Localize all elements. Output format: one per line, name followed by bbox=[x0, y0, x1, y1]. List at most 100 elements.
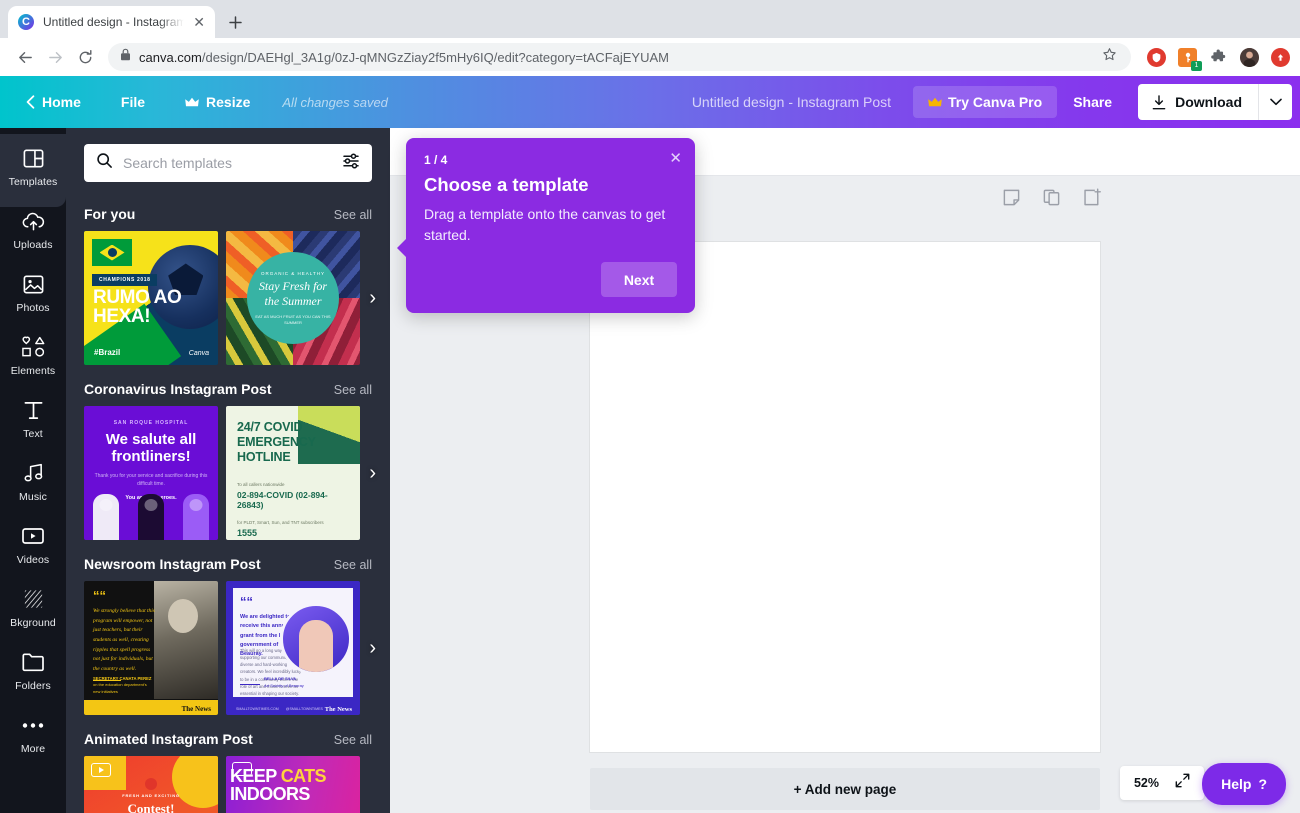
thumb-row: SAN ROQUE HOSPITAL We salute allfrontlin… bbox=[84, 406, 390, 540]
template-newsroom-quote-purple[interactable]: ““ We are delighted to receive this annu… bbox=[226, 581, 360, 715]
sidebar-item-more[interactable]: More bbox=[0, 701, 66, 764]
elements-shapes-icon bbox=[21, 335, 46, 359]
template-covid-hotline[interactable]: 24/7 COVIDEMERGENCYHOTLINE To all caller… bbox=[226, 406, 360, 540]
animated-play-icon bbox=[91, 763, 111, 777]
see-all-for-you[interactable]: See all bbox=[334, 208, 372, 222]
text-icon bbox=[23, 398, 44, 422]
brazil-flag-icon bbox=[92, 239, 132, 266]
see-all-animated[interactable]: See all bbox=[334, 733, 372, 747]
page-notes-icon[interactable] bbox=[1000, 186, 1022, 208]
adblock-extension-icon[interactable] bbox=[1147, 48, 1166, 67]
file-menu-button[interactable]: File bbox=[109, 87, 157, 117]
template-newsroom-quote-yellow[interactable]: ““ We strongly believe that this program… bbox=[84, 581, 218, 715]
forward-arrow-icon bbox=[47, 49, 64, 66]
filter-sliders-icon[interactable] bbox=[342, 152, 360, 174]
sidebar-item-videos[interactable]: Videos bbox=[0, 512, 66, 575]
template-headline: Contest! bbox=[84, 801, 218, 813]
crown-icon bbox=[928, 97, 942, 108]
add-new-page-button[interactable]: + Add new page bbox=[590, 768, 1100, 810]
upload-cloud-icon bbox=[21, 209, 46, 233]
expand-fit-icon[interactable] bbox=[1175, 773, 1190, 793]
see-all-coronavirus[interactable]: See all bbox=[334, 383, 372, 397]
section-title: Coronavirus Instagram Post bbox=[84, 381, 272, 397]
duplicate-page-icon[interactable] bbox=[1040, 186, 1062, 208]
circle-subtitle: ORGANIC & HEALTHY bbox=[261, 271, 325, 276]
coach-next-label: Next bbox=[624, 272, 654, 288]
canva-watermark: Canva bbox=[189, 350, 209, 357]
see-all-newsroom[interactable]: See all bbox=[334, 558, 372, 572]
add-page-icon[interactable] bbox=[1080, 186, 1102, 208]
coach-next-button[interactable]: Next bbox=[601, 262, 677, 297]
url-domain: canva.com bbox=[139, 50, 202, 65]
news-logo: The News bbox=[325, 706, 352, 713]
divider-rule bbox=[240, 684, 260, 685]
search-box[interactable] bbox=[84, 144, 372, 182]
sidebar-item-music[interactable]: Music bbox=[0, 449, 66, 512]
share-button[interactable]: Share bbox=[1057, 86, 1128, 118]
search-input[interactable] bbox=[123, 155, 332, 171]
omnibox[interactable]: canva.com/design/DAEHgl_3A1g/0zJ-qMNGzZi… bbox=[108, 43, 1131, 71]
document-title[interactable]: Untitled design - Instagram Post bbox=[692, 94, 891, 110]
url-text: canva.com/design/DAEHgl_3A1g/0zJ-qMNGzZi… bbox=[139, 50, 669, 65]
help-button[interactable]: Help ? bbox=[1202, 763, 1286, 805]
coach-close-icon[interactable]: ✕ bbox=[669, 151, 682, 166]
zoom-value[interactable]: 52% bbox=[1134, 776, 1159, 790]
circle-footer: EAT AS MUCH FRUIT AS YOU CAN THIS SUMMER bbox=[247, 314, 339, 326]
save-status: All changes saved bbox=[282, 95, 388, 110]
attribution: BELLA DE SILVAArt Society of Beauray bbox=[264, 676, 304, 689]
sidebar-label-music: Music bbox=[19, 491, 47, 503]
canva-top-bar: Home File Resize All changes saved Untit… bbox=[0, 76, 1300, 128]
download-options-button[interactable] bbox=[1258, 84, 1292, 120]
sidebar-label-folders: Folders bbox=[15, 680, 51, 692]
template-headline: RUMO AOHEXA! bbox=[93, 288, 181, 327]
coach-step-counter: 1 / 4 bbox=[424, 153, 677, 167]
template-headline: 24/7 COVIDEMERGENCYHOTLINE bbox=[237, 420, 349, 464]
template-animated-food[interactable]: FRESH AND EXCITING Contest! bbox=[84, 756, 218, 813]
carousel-next-coronavirus[interactable]: › bbox=[369, 463, 376, 483]
update-browser-icon[interactable] bbox=[1271, 48, 1290, 67]
carousel-next-newsroom[interactable]: › bbox=[369, 638, 376, 658]
password-manager-extension-icon[interactable]: 1 bbox=[1178, 48, 1197, 67]
template-salute-frontliners[interactable]: SAN ROQUE HOSPITAL We salute allfrontlin… bbox=[84, 406, 218, 540]
resize-label: Resize bbox=[206, 94, 250, 110]
back-button[interactable] bbox=[10, 42, 40, 72]
new-tab-button[interactable] bbox=[221, 8, 249, 36]
forward-button[interactable] bbox=[40, 42, 70, 72]
template-brazil-world-cup[interactable]: CHAMPIONS 2018 RUMO AOHEXA! #Brazil Canv… bbox=[84, 231, 218, 365]
reload-button[interactable] bbox=[70, 42, 100, 72]
section-title: For you bbox=[84, 206, 135, 222]
sidebar-item-folders[interactable]: Folders bbox=[0, 638, 66, 701]
url-path: /design/DAEHgl_3A1g/0zJ-qMNGzZiay2f5mHy6… bbox=[202, 50, 669, 65]
download-button[interactable]: Download bbox=[1138, 84, 1258, 120]
puzzle-extensions-icon[interactable] bbox=[1209, 48, 1228, 67]
extension-badge-count: 1 bbox=[1191, 61, 1202, 71]
profile-avatar[interactable] bbox=[1240, 48, 1259, 67]
sidebar-item-text[interactable]: Text bbox=[0, 386, 66, 449]
home-button[interactable]: Home bbox=[14, 87, 93, 117]
template-row-newsroom: ““ We strongly believe that this program… bbox=[66, 581, 390, 715]
help-question-mark: ? bbox=[1258, 776, 1267, 792]
design-canvas-page[interactable] bbox=[590, 242, 1100, 752]
hospital-name: SAN ROQUE HOSPITAL bbox=[90, 420, 212, 426]
bookmark-star-icon[interactable] bbox=[1102, 47, 1119, 67]
sidebar-item-templates[interactable]: Templates bbox=[0, 134, 66, 197]
champions-badge: CHAMPIONS 2018 bbox=[92, 274, 157, 286]
sidebar-item-uploads[interactable]: Uploads bbox=[0, 197, 66, 260]
try-canva-pro-button[interactable]: Try Canva Pro bbox=[913, 86, 1057, 118]
sidebar-item-photos[interactable]: Photos bbox=[0, 260, 66, 323]
template-keep-cats-indoors[interactable]: KEEP CATS INDOORS bbox=[226, 756, 360, 813]
canva-favicon: C bbox=[18, 14, 34, 30]
sidebar-item-background[interactable]: Bkground bbox=[0, 575, 66, 638]
carousel-next-for-you[interactable]: › bbox=[369, 288, 376, 308]
template-row-coronavirus: SAN ROQUE HOSPITAL We salute allfrontlin… bbox=[66, 406, 390, 540]
figure-nurse bbox=[183, 494, 209, 540]
zoom-control: 52% bbox=[1120, 766, 1204, 800]
resize-button[interactable]: Resize bbox=[173, 87, 262, 117]
browser-tab[interactable]: C Untitled design - Instagram Po ✕ bbox=[8, 6, 215, 38]
template-stay-fresh-summer[interactable]: ORGANIC & HEALTHY Stay Fresh forthe Summ… bbox=[226, 231, 360, 365]
file-label: File bbox=[121, 94, 145, 110]
sidebar-item-elements[interactable]: Elements bbox=[0, 323, 66, 386]
figure-ppe bbox=[93, 494, 119, 540]
tab-close-icon[interactable]: ✕ bbox=[193, 15, 205, 29]
page-tools bbox=[1000, 186, 1102, 208]
